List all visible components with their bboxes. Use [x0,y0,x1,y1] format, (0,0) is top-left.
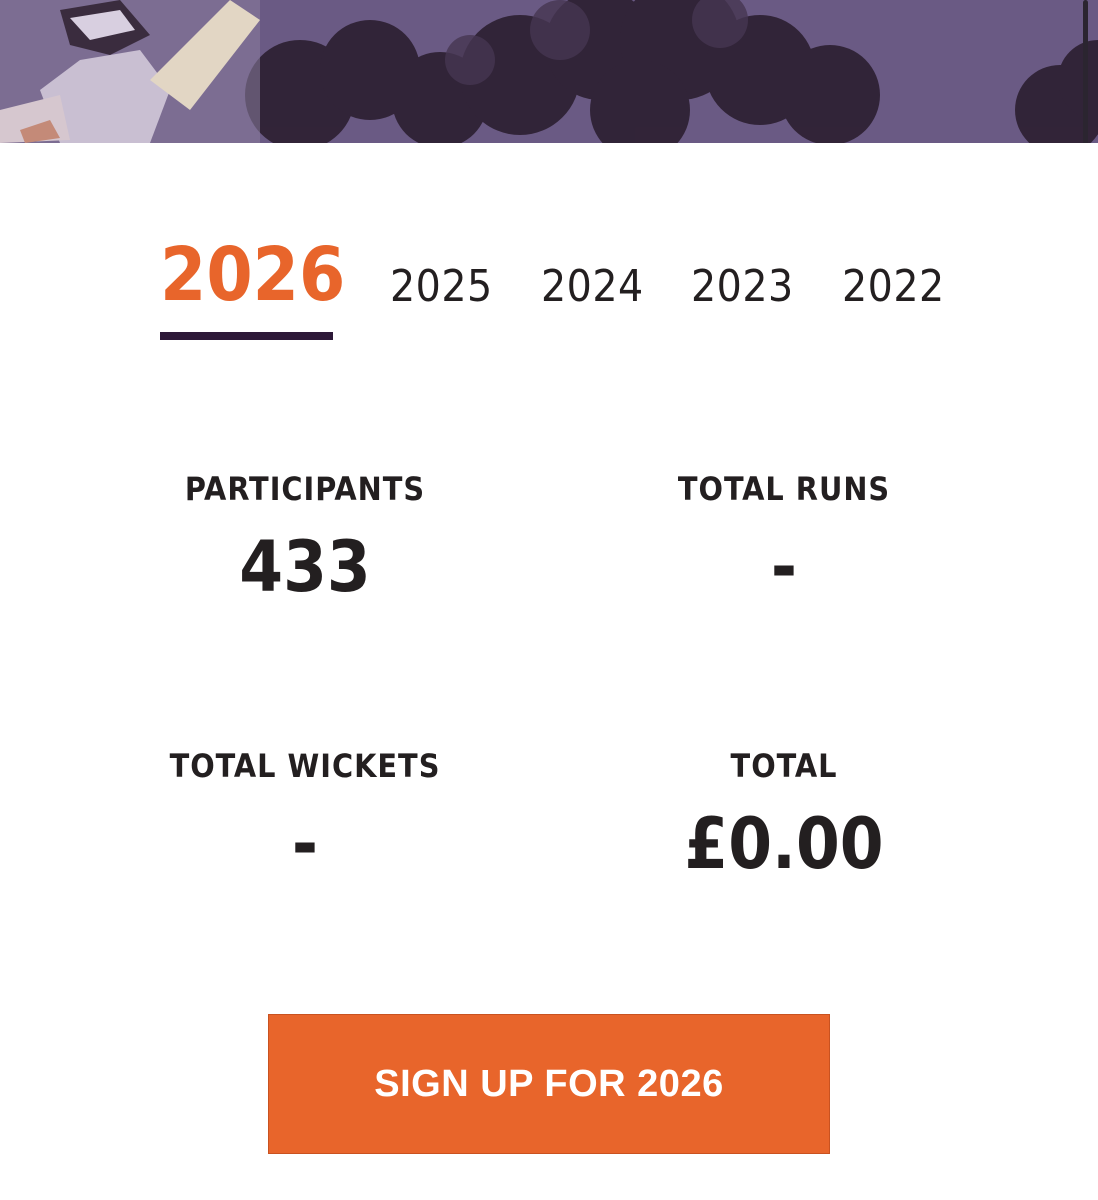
tab-label: 2026 [160,232,346,318]
tab-2025[interactable]: 2025 [390,228,493,340]
active-tab-indicator [160,332,333,340]
cricket-batsman-photo [0,0,1098,143]
stat-label: TOTAL RUNS [677,470,891,508]
stat-total-runs: TOTAL RUNS - [574,470,994,602]
stat-label: PARTICIPANTS [184,470,426,508]
tab-label: 2023 [691,261,794,312]
tab-2024[interactable]: 2024 [541,228,644,340]
stat-total-wickets: TOTAL WICKETS - [95,747,515,879]
stat-value: - [291,803,319,885]
tab-label: 2024 [541,261,644,312]
hero-banner [0,0,1098,143]
tab-2023[interactable]: 2023 [691,228,794,340]
stat-label: TOTAL WICKETS [169,747,441,785]
year-tabs: 2026 2025 2024 2023 2022 [160,228,960,348]
tab-2026[interactable]: 2026 [160,228,345,340]
scrollbar-thumb[interactable] [1083,0,1088,143]
tab-label: 2025 [390,261,493,312]
tab-2022[interactable]: 2022 [842,228,945,340]
stat-value: £0.00 [684,803,884,885]
stat-value: 433 [239,526,371,608]
sign-up-button[interactable]: SIGN UP FOR 2026 [268,1014,830,1154]
stat-participants: PARTICIPANTS 433 [95,470,515,602]
stat-label: TOTAL [730,747,838,785]
page: 2026 2025 2024 2023 2022 PARTICIPANTS 43… [0,0,1098,1200]
stat-value: - [770,526,798,608]
stat-total-raised: TOTAL £0.00 [574,747,994,879]
tab-label: 2022 [842,261,945,312]
